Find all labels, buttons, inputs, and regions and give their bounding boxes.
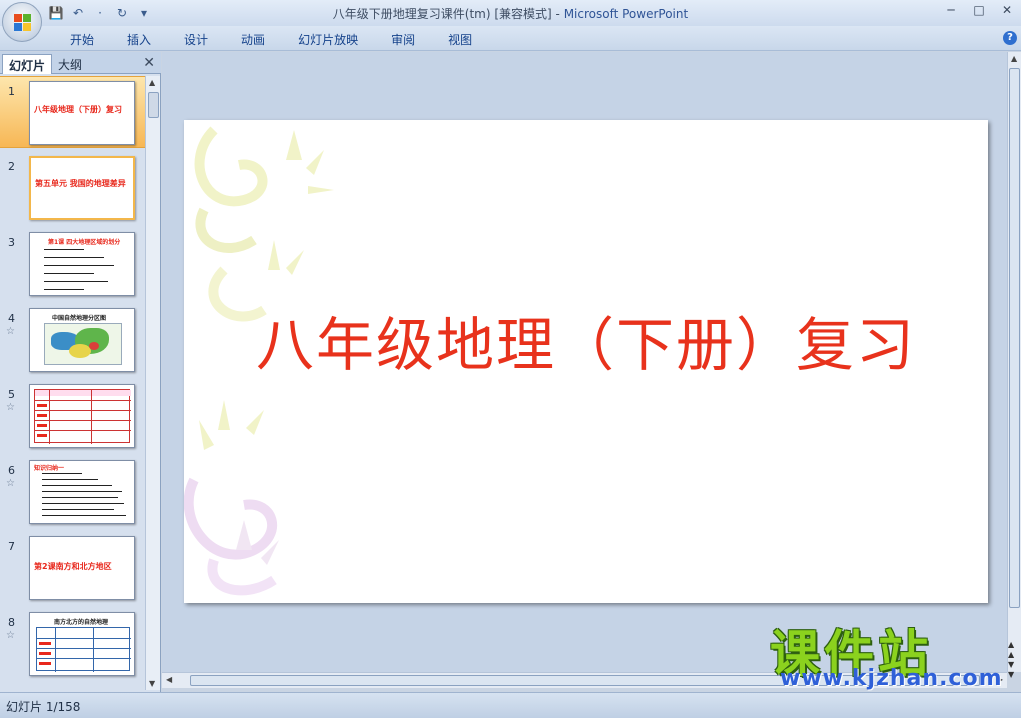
scroll-left-icon[interactable]: ◀ [166,675,172,684]
window-title: 八年级下册地理复习课件(tm) [兼容模式] - Microsoft Power… [0,5,1021,22]
slide-editing-area: 八年级地理（下册）复习 [162,52,1007,672]
help-icon[interactable]: ? [1003,31,1017,45]
slide-preview: 第2课南方和北方地区 [29,536,135,600]
thumbnail-title: 第1课 四大地理区域的划分 [48,239,121,246]
map-image [44,323,122,365]
slide-preview: 中国自然地理分区图 [29,308,135,372]
office-logo-icon [14,14,32,32]
slide-thumbnail-1[interactable]: 1 八年级地理（下册）复习 [0,76,145,148]
thumbnail-title: 第2课南方和北方地区 [34,562,112,571]
title-separator: - [551,7,564,21]
title-bar: 💾 ↶ · ↻ ▾ 八年级下册地理复习课件(tm) [兼容模式] - Micro… [0,0,1021,42]
document-title: 八年级下册地理复习课件(tm) [兼容模式] [332,7,552,21]
powerpoint-window: 💾 ↶ · ↻ ▾ 八年级下册地理复习课件(tm) [兼容模式] - Micro… [0,0,1021,718]
tab-slideshow[interactable]: 幻灯片放映 [286,30,370,49]
slide-number: 8 [8,616,15,629]
window-controls: ─ □ ✕ [943,2,1015,18]
slides-panel: 幻灯片 大纲 ✕ 1 八年级地理（下册）复习 2 第五单元 我国的地理差异 3 [0,52,161,692]
scroll-down-icon[interactable]: ▼ [149,679,155,688]
tab-home[interactable]: 开始 [58,30,106,49]
watermark-url: www.kjzhan.com [780,666,1003,691]
tab-outline[interactable]: 大纲 [52,54,88,74]
slide-number: 3 [8,236,15,249]
minimize-button[interactable]: ─ [943,2,959,18]
slide-number: 4 [8,312,15,325]
thumbnail-title: 八年级地理（下册）复习 [34,105,122,114]
slide-number: 6 [8,464,15,477]
ribbon-tabs: 开始 插入 设计 动画 幻灯片放映 审阅 视图 [58,30,493,49]
scrollbar-thumb[interactable] [1009,68,1020,608]
thumbnail-title: 第五单元 我国的地理差异 [35,179,126,188]
close-icon[interactable]: ✕ [143,55,155,71]
animation-star-icon: ☆ [6,326,15,337]
slide-number: 7 [8,540,15,553]
current-slide[interactable]: 八年级地理（下册）复习 [184,120,988,603]
animation-star-icon: ☆ [6,402,15,413]
tab-animations[interactable]: 动画 [229,30,277,49]
table-image [34,389,131,444]
thumbnail-title: 中国自然地理分区图 [52,315,107,322]
slide-preview: 南方北方的自然地理 [29,612,135,676]
office-button[interactable] [2,2,42,42]
maximize-button[interactable]: □ [971,2,987,18]
slide-thumbnail-2[interactable]: 2 第五单元 我国的地理差异 [0,152,145,224]
panel-tabs: 幻灯片 大纲 ✕ [0,52,161,74]
slide-preview: 第1课 四大地理区域的划分 [29,232,135,296]
slide-thumbnail-7[interactable]: 7 第2课南方和北方地区 [0,532,145,604]
slide-number: 5 [8,388,15,401]
watermark-logo: 课件站 www.kjzhan.com [770,614,1010,694]
slide-thumbnail-4[interactable]: 4 ☆ 中国自然地理分区图 [0,304,145,376]
slide-thumbnail-3[interactable]: 3 第1课 四大地理区域的划分 [0,228,145,300]
thumbnail-title: 南方北方的自然地理 [54,619,109,626]
thumbnail-list: 1 八年级地理（下册）复习 2 第五单元 我国的地理差异 3 第1课 四大地理区… [0,76,145,690]
slide-thumbnail-6[interactable]: 6 ☆ 知识归纳一 [0,456,145,528]
slide-number: 2 [8,160,15,173]
scroll-up-icon[interactable]: ▲ [149,78,155,87]
slide-thumbnail-5[interactable]: 5 ☆ [0,380,145,452]
animation-star-icon: ☆ [6,630,15,641]
animation-star-icon: ☆ [6,478,15,489]
slide-preview [29,384,135,448]
slide-counter: 幻灯片 1/158 [6,700,81,714]
status-bar: 幻灯片 1/158 [0,692,1021,718]
tab-insert[interactable]: 插入 [115,30,163,49]
scroll-up-icon[interactable]: ▲ [1011,54,1017,63]
thumbnail-title: 知识归纳一 [34,465,65,472]
tab-view[interactable]: 视图 [436,30,484,49]
ribbon-tab-bar: 开始 插入 设计 动画 幻灯片放映 审阅 视图 ? [0,26,1021,51]
table-image [36,627,131,672]
slide-thumbnail-8[interactable]: 8 ☆ 南方北方的自然地理 [0,608,145,680]
tab-slides[interactable]: 幻灯片 [2,54,53,74]
slide-preview: 知识归纳一 [29,460,135,524]
tab-design[interactable]: 设计 [172,30,220,49]
app-name: Microsoft PowerPoint [563,7,689,21]
slide-preview: 八年级地理（下册）复习 [29,81,135,145]
slide-number: 1 [8,85,15,98]
vertical-scrollbar[interactable]: ▲ [1007,52,1021,672]
thumbnail-scrollbar[interactable]: ▲ ▼ [145,76,160,690]
scrollbar-thumb[interactable] [148,92,159,118]
slide-title[interactable]: 八年级地理（下册）复习 [184,298,988,382]
tab-review[interactable]: 审阅 [379,30,427,49]
slide-preview: 第五单元 我国的地理差异 [29,156,135,220]
close-button[interactable]: ✕ [999,2,1015,18]
